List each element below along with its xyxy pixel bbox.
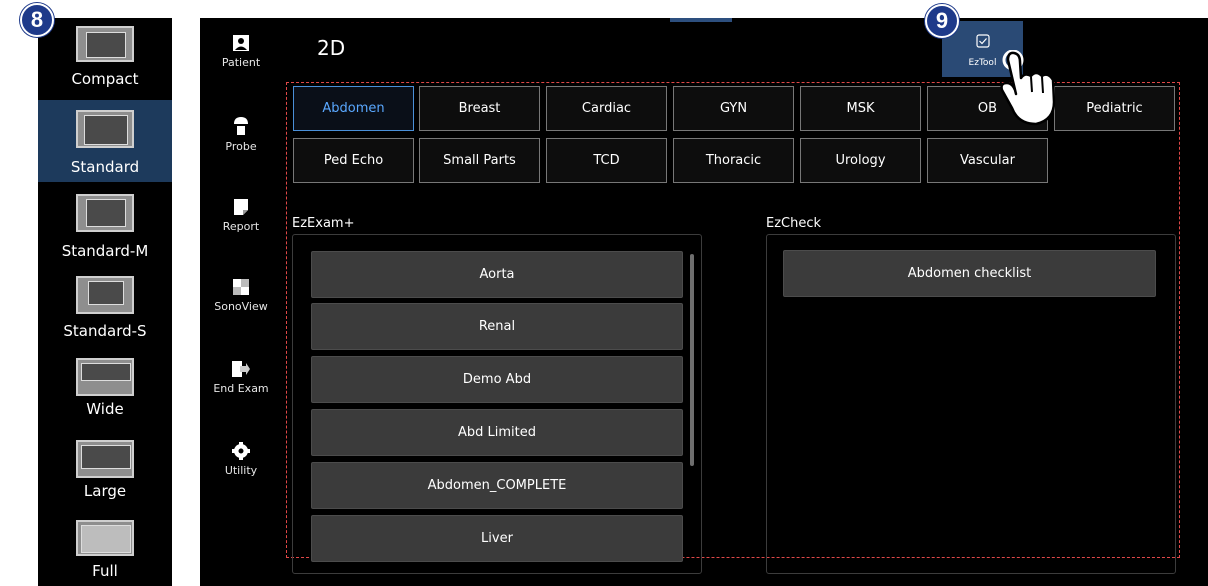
ezcheck-title: EzCheck <box>766 216 822 231</box>
layout-standard[interactable]: Standard <box>38 100 172 182</box>
ezexam-item-liver[interactable]: Liver <box>311 515 683 562</box>
nav-sonoview[interactable]: SonoView <box>200 278 282 313</box>
tab-pediatric[interactable]: Pediatric <box>1054 86 1175 131</box>
layout-standard-icon <box>76 110 134 148</box>
nav-column: Patient Probe Report SonoView End Exam U… <box>200 18 282 586</box>
end-exam-icon <box>232 361 250 377</box>
pointing-hand-icon <box>1000 50 1056 126</box>
layout-standard-s-icon <box>76 276 134 314</box>
tab-msk[interactable]: MSK <box>800 86 921 131</box>
tab-abdomen[interactable]: Abdomen <box>293 86 414 131</box>
top-indicator <box>670 18 732 22</box>
nav-label: Utility <box>224 464 258 477</box>
layout-label: Full <box>92 562 118 580</box>
layout-label: Standard-S <box>63 322 147 340</box>
layout-full[interactable]: Full <box>38 512 172 586</box>
ezexam-item-renal[interactable]: Renal <box>311 303 683 350</box>
nav-report[interactable]: Report <box>200 198 282 233</box>
tab-ped-echo[interactable]: Ped Echo <box>293 138 414 183</box>
tab-cardiac[interactable]: Cardiac <box>546 86 667 131</box>
sonoview-icon <box>233 279 249 295</box>
layout-standard-s[interactable]: Standard-S <box>38 266 172 346</box>
tab-tcd[interactable]: TCD <box>546 138 667 183</box>
nav-label: End Exam <box>213 382 269 395</box>
layout-label: Large <box>83 482 127 500</box>
nav-label: Patient <box>221 56 261 69</box>
tab-breast[interactable]: Breast <box>419 86 540 131</box>
probe-icon <box>234 117 248 135</box>
tab-small-parts[interactable]: Small Parts <box>419 138 540 183</box>
tab-vascular[interactable]: Vascular <box>927 138 1048 183</box>
ezexam-item-abd-limited[interactable]: Abd Limited <box>311 409 683 456</box>
patient-icon <box>233 35 249 51</box>
nav-label: Report <box>222 220 260 233</box>
ezexam-scrollbar[interactable] <box>690 254 694 466</box>
nav-label: SonoView <box>214 300 268 313</box>
tab-gyn[interactable]: GYN <box>673 86 794 131</box>
nav-label: Probe <box>225 140 257 153</box>
ezexam-item-demo-abd[interactable]: Demo Abd <box>311 356 683 403</box>
utility-icon <box>232 442 250 460</box>
tab-urology[interactable]: Urology <box>800 138 921 183</box>
layout-large-icon <box>76 440 134 478</box>
nav-end-exam[interactable]: End Exam <box>200 360 282 395</box>
ezexam-item-abdomen-complete[interactable]: Abdomen_COMPLETE <box>311 462 683 509</box>
layout-label: Standard <box>70 158 140 176</box>
tab-thoracic[interactable]: Thoracic <box>673 138 794 183</box>
step-marker-9: 9 <box>925 4 959 38</box>
checkbox-icon <box>976 34 990 48</box>
layout-label: Wide <box>86 400 124 418</box>
screen-title: 2D <box>317 36 346 60</box>
layout-compact[interactable]: Compact <box>38 18 172 98</box>
layout-standard-m[interactable]: Standard-M <box>38 184 172 264</box>
layout-large[interactable]: Large <box>38 432 172 512</box>
layout-standard-m-icon <box>76 194 134 232</box>
ezexam-item-aorta[interactable]: Aorta <box>311 251 683 298</box>
layout-wide[interactable]: Wide <box>38 350 172 430</box>
layout-wide-icon <box>76 358 134 396</box>
nav-probe[interactable]: Probe <box>200 116 282 153</box>
layout-compact-icon <box>76 26 134 62</box>
layout-full-icon <box>76 520 134 556</box>
ezcheck-item-abdomen-checklist[interactable]: Abdomen checklist <box>783 250 1156 297</box>
nav-patient[interactable]: Patient <box>200 34 282 69</box>
nav-utility[interactable]: Utility <box>200 442 282 477</box>
layout-panel: Compact Standard Standard-M Standard-S W… <box>38 18 172 586</box>
ezexam-title: EzExam+ <box>292 216 355 231</box>
layout-label: Standard-M <box>61 242 149 260</box>
step-marker-8: 8 <box>20 3 54 37</box>
layout-label: Compact <box>71 70 139 88</box>
report-icon <box>234 199 248 215</box>
